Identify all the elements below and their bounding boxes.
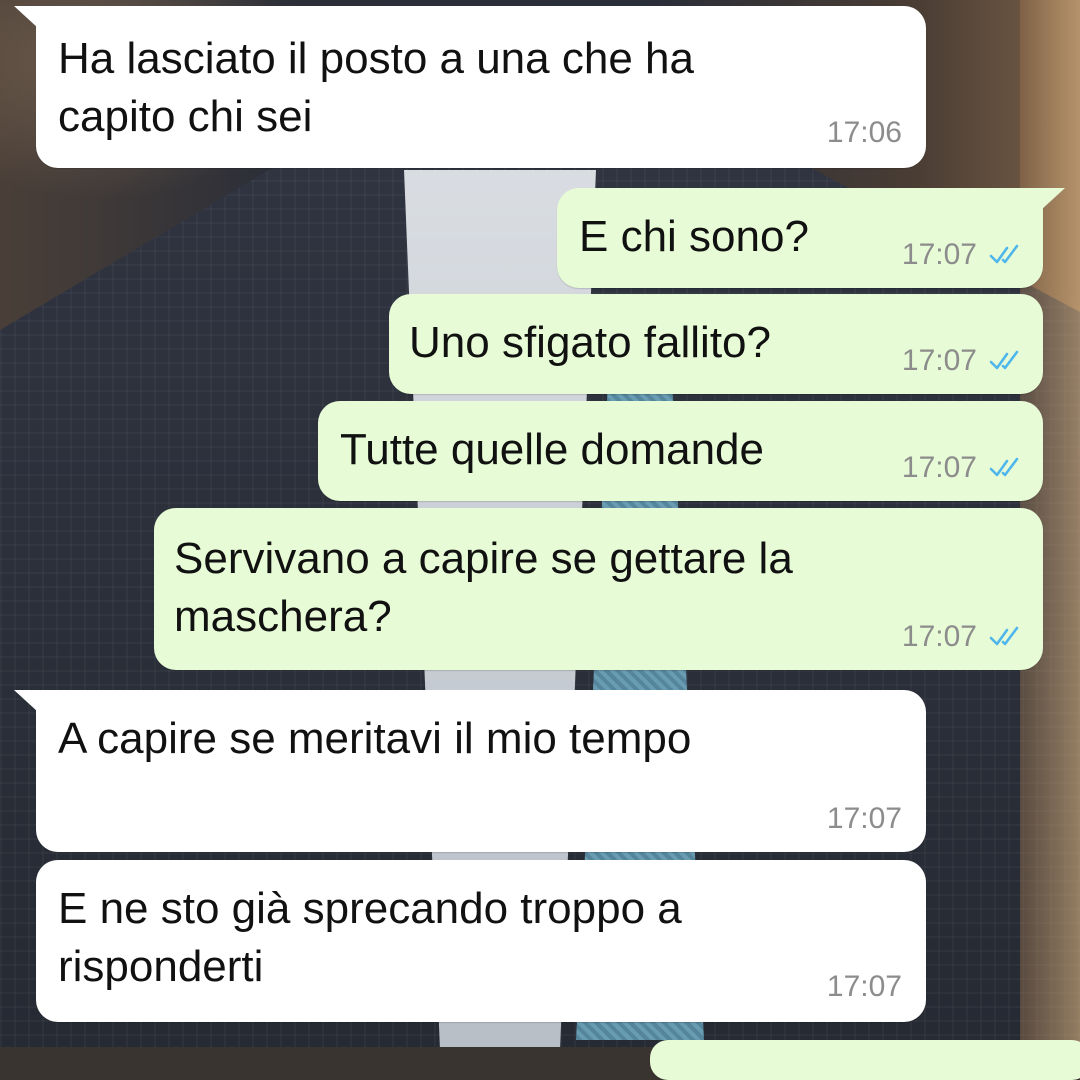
message-text: Servivano a capire se gettare la mascher… <box>174 534 793 641</box>
double-check-icon <box>989 350 1019 370</box>
message-bubble-incoming[interactable]: A capire se meritavi il mio tempo 17:07 <box>14 690 926 852</box>
message-text: Uno sfigato fallito? <box>409 318 771 367</box>
message-text: E ne sto già sprecando troppo a risponde… <box>58 884 682 991</box>
message-bubble-outgoing[interactable]: E chi sono? 17:07 <box>557 188 1065 288</box>
double-check-icon <box>989 626 1019 646</box>
message-text: E chi sono? <box>579 212 809 261</box>
message-meta: 17:07 <box>902 344 1021 378</box>
message-meta: 17:07 <box>827 802 902 836</box>
double-check-icon <box>989 244 1019 264</box>
message-bubble-incoming[interactable]: Ha lasciato il posto a una che ha capito… <box>14 6 926 168</box>
message-bubble-outgoing-partial[interactable] <box>650 1040 1080 1080</box>
message-text: Tutte quelle domande <box>340 425 764 474</box>
message-text: Ha lasciato il posto a una che ha capito… <box>58 34 694 141</box>
message-meta: 17:07 <box>827 970 902 1004</box>
message-meta: 17:07 <box>902 620 1021 654</box>
message-time: 17:07 <box>901 451 977 484</box>
bubble-tail <box>1041 188 1065 210</box>
message-bubble-outgoing[interactable]: Servivano a capire se gettare la mascher… <box>154 508 1043 670</box>
message-time: 17:07 <box>901 344 977 377</box>
message-text: A capire se meritavi il mio tempo <box>58 714 692 763</box>
message-meta: 17:07 <box>902 451 1021 485</box>
message-bubble-incoming[interactable]: E ne sto già sprecando troppo a risponde… <box>36 860 926 1022</box>
message-time: 17:07 <box>901 238 977 271</box>
message-bubble-outgoing[interactable]: Uno sfigato fallito? 17:07 <box>389 294 1043 394</box>
bubble-tail <box>14 6 38 28</box>
message-time: 17:07 <box>826 970 902 1003</box>
message-time: 17:07 <box>901 620 977 653</box>
double-check-icon <box>989 457 1019 477</box>
message-list[interactable]: Ha lasciato il posto a una che ha capito… <box>0 0 1080 1080</box>
message-meta: 17:06 <box>827 116 902 150</box>
message-meta: 17:07 <box>902 238 1021 272</box>
message-time: 17:06 <box>826 116 902 149</box>
message-bubble-outgoing[interactable]: Tutte quelle domande 17:07 <box>318 401 1043 501</box>
bubble-tail <box>14 690 38 712</box>
message-time: 17:07 <box>826 802 902 835</box>
